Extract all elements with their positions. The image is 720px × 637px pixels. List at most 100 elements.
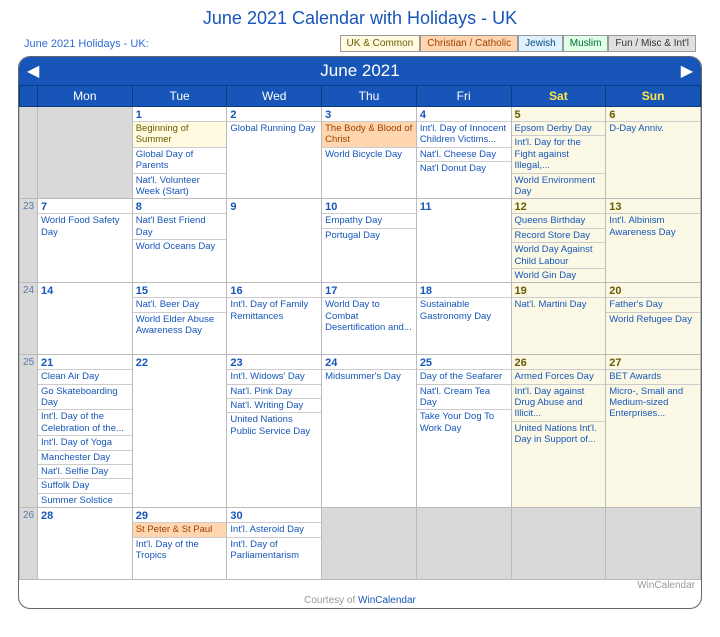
event[interactable]: Nat'l. Beer Day [133, 297, 227, 311]
prev-month-button[interactable]: ◀ [27, 61, 39, 81]
day-cell[interactable]: 30Int'l. Asteroid DayInt'l. Day of Parli… [227, 508, 322, 580]
day-cell[interactable]: 15Nat'l. Beer DayWorld Elder Abuse Aware… [132, 283, 227, 355]
event[interactable]: Int'l. Day of the Tropics [133, 537, 227, 563]
event[interactable]: Nat'l. Writing Day [227, 398, 321, 412]
event[interactable]: Empathy Day [322, 213, 416, 227]
day-number: 10 [322, 199, 416, 213]
event[interactable]: World Food Safety Day [38, 213, 132, 239]
day-number: 29 [133, 508, 227, 522]
event[interactable]: World Bicycle Day [322, 147, 416, 161]
day-cell[interactable]: 17World Day to Combat Desertification an… [322, 283, 417, 355]
event[interactable]: Int'l. Day for the Fight against Illegal… [512, 135, 606, 172]
event[interactable]: Armed Forces Day [512, 369, 606, 383]
event[interactable]: Int'l. Day against Drug Abuse and Illici… [512, 384, 606, 421]
event[interactable]: Summer Solstice [38, 493, 132, 507]
day-cell[interactable]: 6D-Day Anniv. [606, 107, 701, 199]
event[interactable]: D-Day Anniv. [606, 121, 700, 135]
event[interactable]: Midsummer's Day [322, 369, 416, 383]
footer-link[interactable]: WinCalendar [358, 595, 416, 606]
event[interactable]: St Peter & St Paul [133, 522, 227, 536]
event[interactable]: Micro-, Small and Medium-sized Enterpris… [606, 384, 700, 421]
event[interactable]: Int'l. Asteroid Day [227, 522, 321, 536]
event[interactable]: World Day Against Child Labour [512, 242, 606, 268]
event[interactable]: Nat'l Best Friend Day [133, 213, 227, 239]
next-month-button[interactable]: ▶ [681, 61, 693, 81]
event[interactable]: Global Day of Parents [133, 147, 227, 173]
calendar-header: ◀ June 2021 ▶ [19, 57, 701, 85]
day-cell[interactable]: 18Sustainable Gastronomy Day [416, 283, 511, 355]
event[interactable]: World Refugee Day [606, 312, 700, 326]
event[interactable]: United Nations Public Service Day [227, 412, 321, 438]
day-cell[interactable]: 13Int'l. Albinism Awareness Day [606, 199, 701, 283]
day-cell[interactable]: 25Day of the SeafarerNat'l. Cream Tea Da… [416, 355, 511, 508]
event[interactable]: Queens Birthday [512, 213, 606, 227]
day-cell[interactable]: 10Empathy DayPortugal Day [322, 199, 417, 283]
event[interactable]: Int'l. Day of Yoga [38, 435, 132, 449]
day-cell[interactable]: 26Armed Forces DayInt'l. Day against Dru… [511, 355, 606, 508]
day-cell[interactable]: 3The Body & Blood of ChristWorld Bicycle… [322, 107, 417, 199]
day-cell[interactable]: 28 [38, 508, 133, 580]
legend-uk: UK & Common [340, 35, 421, 52]
day-cell[interactable]: 12Queens BirthdayRecord Store DayWorld D… [511, 199, 606, 283]
event[interactable]: World Day to Combat Desertification and.… [322, 297, 416, 334]
event[interactable]: World Gin Day [512, 268, 606, 282]
event[interactable]: Sustainable Gastronomy Day [417, 297, 511, 323]
event[interactable]: Int'l. Widows' Day [227, 369, 321, 383]
day-cell[interactable] [606, 508, 701, 580]
event[interactable]: Record Store Day [512, 228, 606, 242]
day-cell[interactable]: 22 [132, 355, 227, 508]
day-cell[interactable]: 7World Food Safety Day [38, 199, 133, 283]
event[interactable]: World Oceans Day [133, 239, 227, 253]
day-cell[interactable]: 11 [416, 199, 511, 283]
event[interactable]: Int'l. Albinism Awareness Day [606, 213, 700, 239]
event[interactable]: Int'l. Day of Parliamentarism [227, 537, 321, 563]
day-cell[interactable] [38, 107, 133, 199]
event[interactable]: Nat'l. Pink Day [227, 384, 321, 398]
day-cell[interactable]: 19Nat'l. Martini Day [511, 283, 606, 355]
day-cell[interactable]: 24Midsummer's Day [322, 355, 417, 508]
event[interactable]: Nat'l Donut Day [417, 161, 511, 175]
event[interactable]: Nat'l. Cheese Day [417, 147, 511, 161]
event[interactable]: The Body & Blood of Christ [322, 121, 416, 147]
day-cell[interactable]: 16Int'l. Day of Family Remittances [227, 283, 322, 355]
event[interactable]: World Elder Abuse Awareness Day [133, 312, 227, 338]
day-cell[interactable]: 21Clean Air DayGo Skateboarding DayInt'l… [38, 355, 133, 508]
event[interactable]: Epsom Derby Day [512, 121, 606, 135]
event[interactable]: Beginning of Summer [133, 121, 227, 147]
event[interactable]: BET Awards [606, 369, 700, 383]
event[interactable]: Clean Air Day [38, 369, 132, 383]
day-cell[interactable]: 2Global Running Day [227, 107, 322, 199]
day-cell[interactable]: 27BET AwardsMicro-, Small and Medium-siz… [606, 355, 701, 508]
event[interactable]: Day of the Seafarer [417, 369, 511, 383]
day-cell[interactable] [511, 508, 606, 580]
event[interactable]: World Environment Day [512, 173, 606, 199]
event[interactable]: Nat'l. Cream Tea Day [417, 384, 511, 410]
day-number: 27 [606, 355, 700, 369]
event[interactable]: Father's Day [606, 297, 700, 311]
event[interactable]: United Nations Int'l. Day in Support of.… [512, 421, 606, 447]
day-cell[interactable]: 9 [227, 199, 322, 283]
day-cell[interactable]: 23Int'l. Widows' DayNat'l. Pink DayNat'l… [227, 355, 322, 508]
event[interactable]: Portugal Day [322, 228, 416, 242]
day-cell[interactable]: 29St Peter & St PaulInt'l. Day of the Tr… [132, 508, 227, 580]
weeknum-cell: 26 [20, 508, 38, 580]
day-cell[interactable]: 8Nat'l Best Friend DayWorld Oceans Day [132, 199, 227, 283]
day-cell[interactable]: 1Beginning of SummerGlobal Day of Parent… [132, 107, 227, 199]
event[interactable]: Global Running Day [227, 121, 321, 135]
event[interactable]: Nat'l. Martini Day [512, 297, 606, 311]
event[interactable]: Int'l. Day of the Celebration of the... [38, 409, 132, 435]
day-cell[interactable]: 20Father's DayWorld Refugee Day [606, 283, 701, 355]
day-cell[interactable] [322, 508, 417, 580]
event[interactable]: Nat'l. Volunteer Week (Start) [133, 173, 227, 199]
event[interactable]: Suffolk Day [38, 478, 132, 492]
event[interactable]: Manchester Day [38, 450, 132, 464]
event[interactable]: Take Your Dog To Work Day [417, 409, 511, 435]
day-cell[interactable]: 5Epsom Derby DayInt'l. Day for the Fight… [511, 107, 606, 199]
day-cell[interactable]: 4Int'l. Day of Innocent Children Victims… [416, 107, 511, 199]
event[interactable]: Int'l. Day of Innocent Children Victims.… [417, 121, 511, 147]
day-cell[interactable]: 14 [38, 283, 133, 355]
event[interactable]: Nat'l. Selfie Day [38, 464, 132, 478]
day-cell[interactable] [416, 508, 511, 580]
event[interactable]: Int'l. Day of Family Remittances [227, 297, 321, 323]
event[interactable]: Go Skateboarding Day [38, 384, 132, 410]
